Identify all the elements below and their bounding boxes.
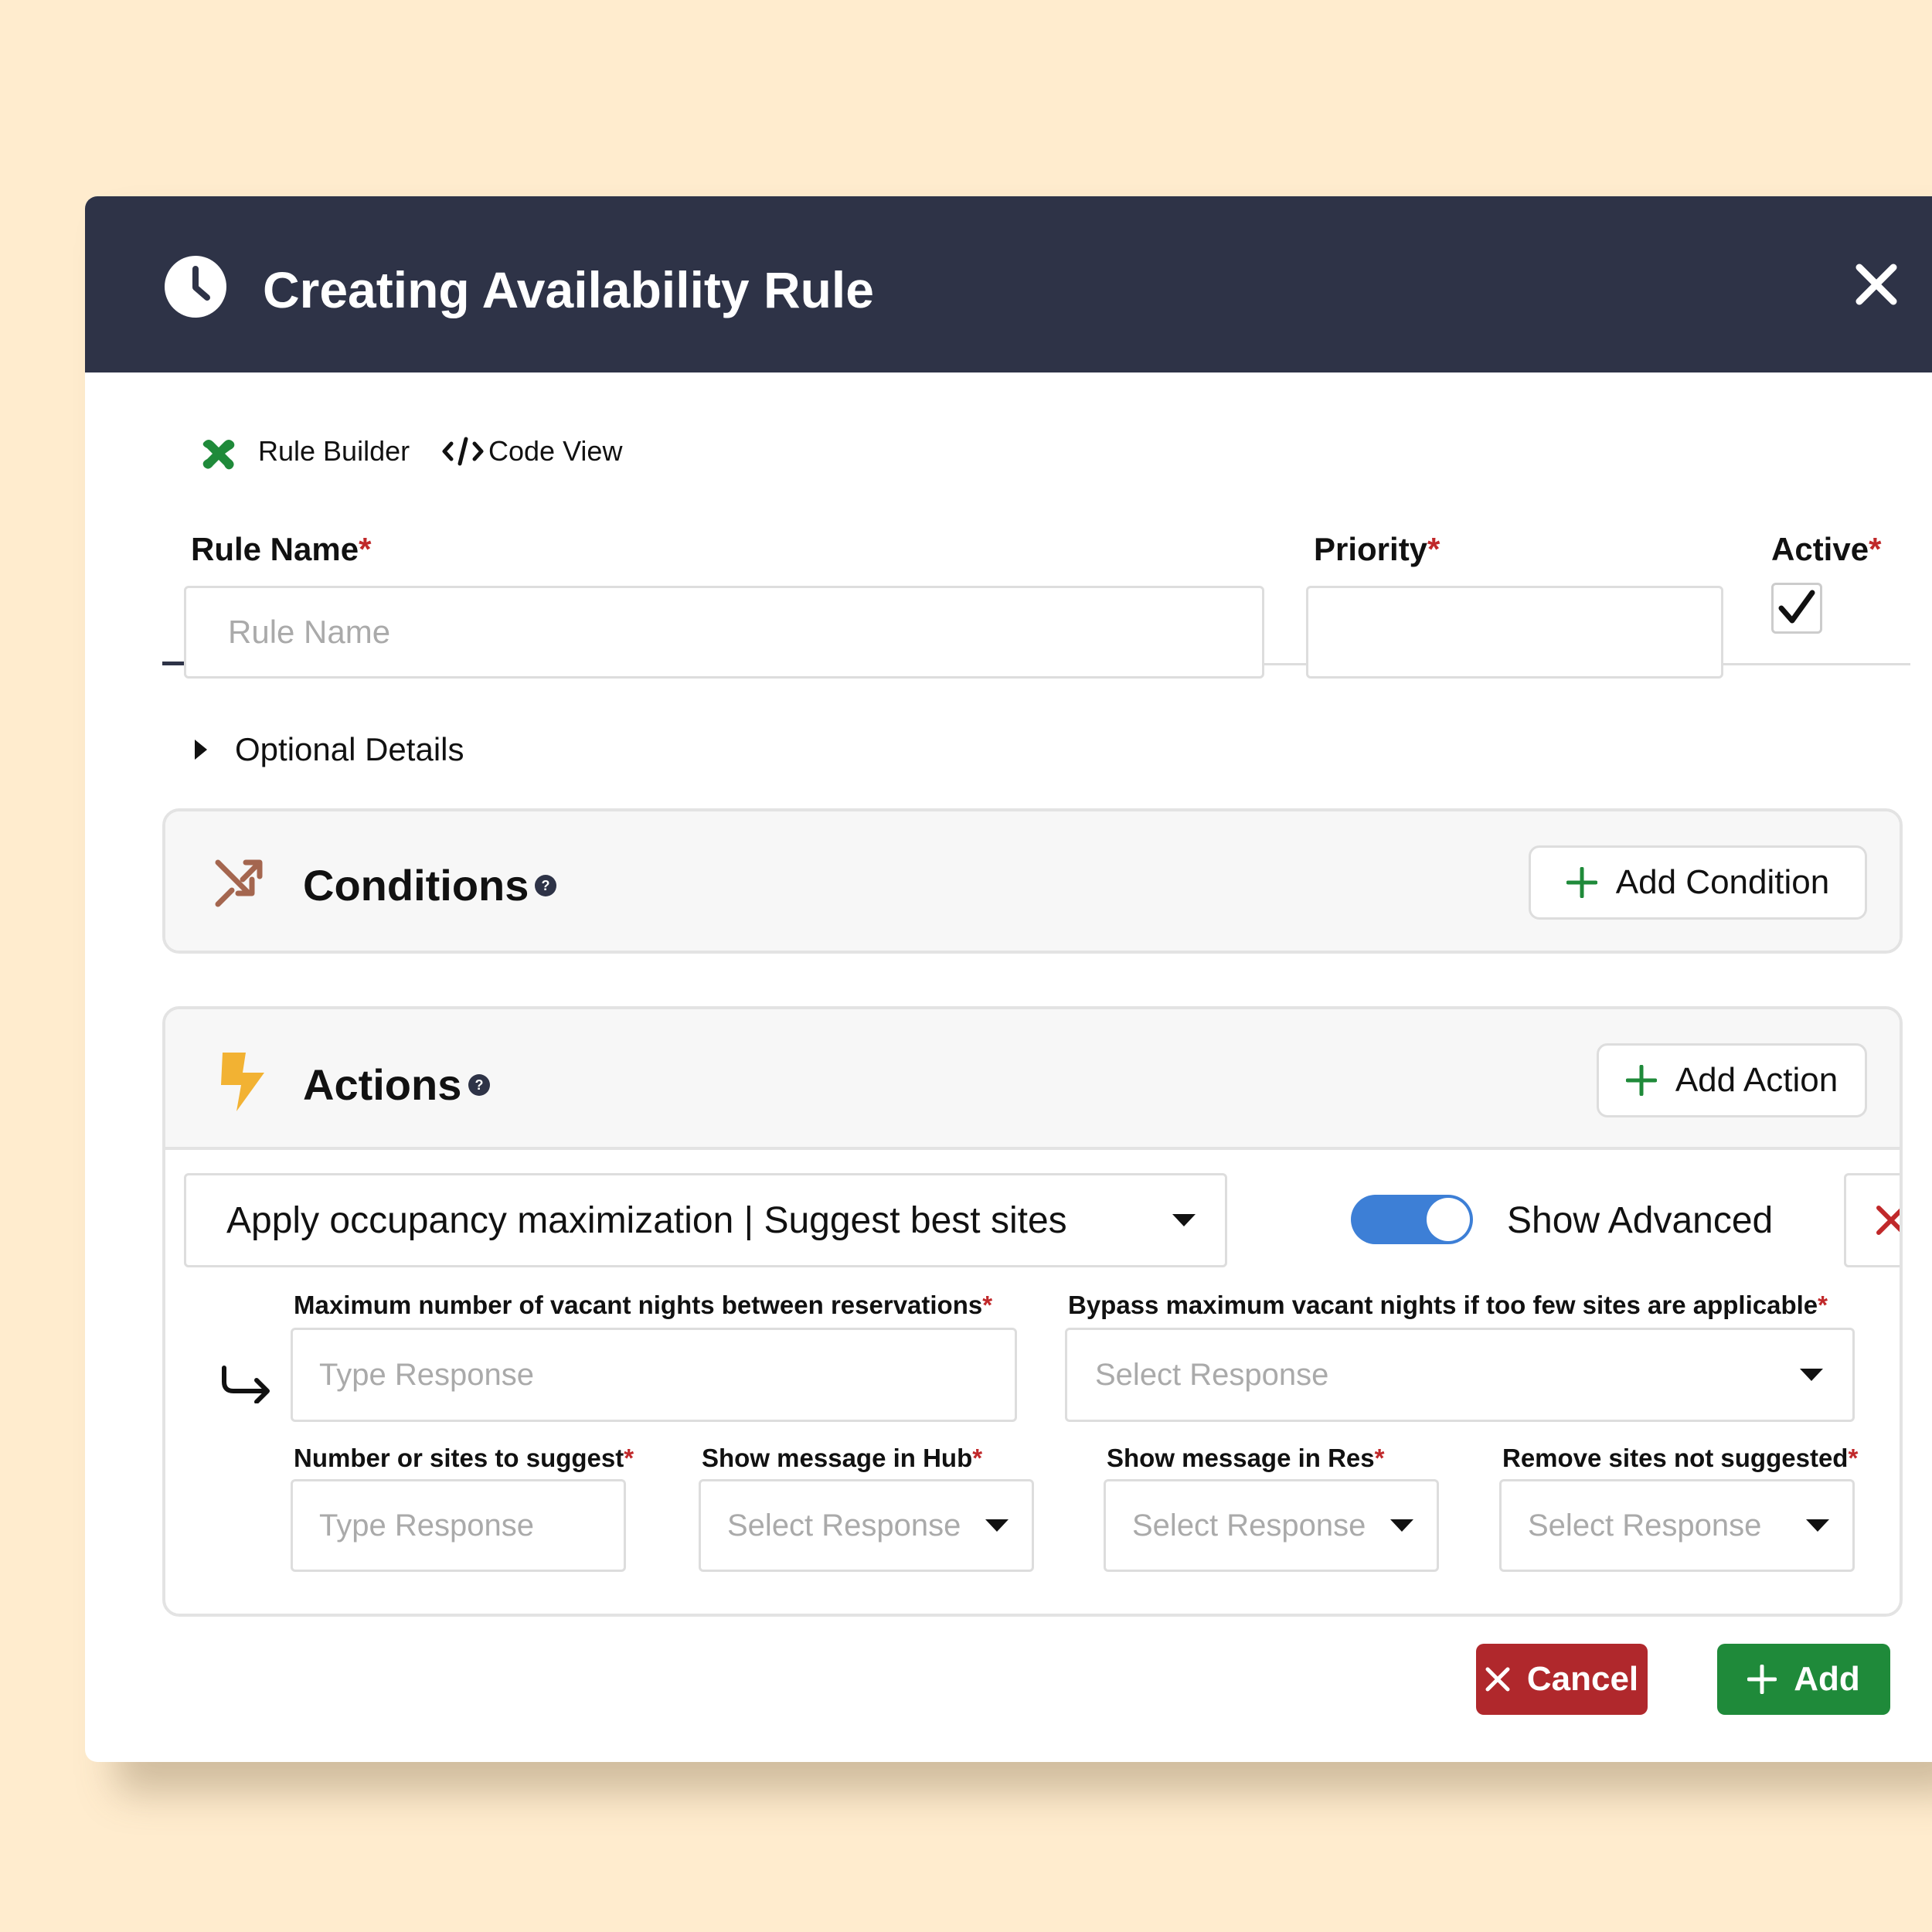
toggle-knob: [1427, 1198, 1470, 1241]
remove-sites-select[interactable]: Select Response: [1499, 1479, 1855, 1572]
remove-sites-label: Remove sites not suggested*: [1502, 1444, 1859, 1472]
plus-icon: [1747, 1665, 1777, 1694]
tab-rule-builder[interactable]: Rule Builder: [178, 420, 425, 482]
caret-right-icon: [195, 740, 207, 760]
caret-down-icon: [1172, 1214, 1196, 1226]
active-checkbox[interactable]: [1771, 583, 1822, 634]
conditions-section: Conditions ? Add Condition: [162, 808, 1903, 954]
show-advanced-label: Show Advanced: [1507, 1200, 1774, 1241]
puzzle-icon: [202, 440, 235, 470]
tab-rule-builder-label: Rule Builder: [258, 435, 410, 467]
optional-details-label: Optional Details: [235, 731, 464, 767]
actions-section: Actions ? Add Action Apply occupancy max…: [162, 1006, 1903, 1617]
sites-to-suggest-label: Number or sites to suggest*: [294, 1444, 634, 1472]
conditions-title: Conditions: [303, 861, 529, 910]
svg-text:?: ?: [475, 1077, 484, 1093]
plus-icon: [1625, 1065, 1657, 1096]
sites-to-suggest-input[interactable]: [291, 1479, 626, 1572]
priority-input[interactable]: [1306, 586, 1723, 679]
x-icon: [1485, 1667, 1510, 1692]
action-type-value: Apply occupancy maximization | Suggest b…: [226, 1199, 1067, 1241]
tab-code-view[interactable]: Code View: [433, 420, 757, 482]
bypass-vacant-nights-placeholder: Select Response: [1095, 1357, 1329, 1392]
max-vacant-nights-label: Maximum number of vacant nights between …: [294, 1291, 993, 1319]
add-action-label: Add Action: [1675, 1061, 1838, 1099]
checkmark-icon: [1778, 590, 1815, 624]
show-message-res-select[interactable]: Select Response: [1104, 1479, 1439, 1572]
arrow-turn-down-right-icon: [222, 1366, 270, 1403]
actions-title: Actions: [303, 1060, 462, 1109]
tab-code-view-label: Code View: [488, 435, 623, 467]
show-message-hub-label: Show message in Hub*: [702, 1444, 983, 1472]
help-icon[interactable]: ?: [535, 875, 556, 896]
cancel-label: Cancel: [1526, 1660, 1639, 1698]
optional-details-toggle[interactable]: Optional Details: [193, 726, 464, 773]
show-message-res-placeholder: Select Response: [1132, 1508, 1366, 1543]
add-button[interactable]: Add: [1717, 1644, 1890, 1715]
close-icon[interactable]: [1855, 263, 1898, 306]
add-condition-label: Add Condition: [1615, 863, 1830, 901]
rule-modal: Creating Availability Rule Rule Builder …: [85, 196, 1932, 1762]
add-condition-button[interactable]: Add Condition: [1529, 845, 1867, 920]
shuffle-icon: [215, 859, 263, 907]
cancel-button[interactable]: Cancel: [1476, 1644, 1648, 1715]
caret-down-icon: [985, 1519, 1009, 1532]
plus-icon: [1566, 867, 1597, 898]
rule-name-label: Rule Name*: [191, 531, 372, 567]
modal-header: Creating Availability Rule: [85, 196, 1932, 372]
priority-label: Priority*: [1314, 531, 1440, 567]
caret-down-icon: [1390, 1519, 1413, 1532]
svg-text:?: ?: [542, 878, 550, 893]
show-message-hub-placeholder: Select Response: [727, 1508, 961, 1543]
lightning-bolt-icon: [221, 1053, 264, 1111]
max-vacant-nights-input[interactable]: [291, 1328, 1017, 1422]
show-advanced-toggle[interactable]: [1351, 1195, 1473, 1244]
x-icon: [1876, 1206, 1900, 1235]
clock-icon: [165, 256, 226, 318]
show-message-res-label: Show message in Res*: [1107, 1444, 1385, 1472]
bypass-vacant-nights-select[interactable]: Select Response: [1065, 1328, 1855, 1422]
add-label: Add: [1794, 1660, 1860, 1698]
code-icon: [442, 437, 484, 466]
add-action-button[interactable]: Add Action: [1597, 1043, 1867, 1117]
help-icon[interactable]: ?: [468, 1074, 490, 1096]
rule-name-input[interactable]: [184, 586, 1264, 679]
remove-sites-placeholder: Select Response: [1528, 1508, 1762, 1543]
active-label: Active*: [1771, 531, 1882, 567]
caret-down-icon: [1806, 1519, 1829, 1532]
action-type-select[interactable]: Apply occupancy maximization | Suggest b…: [184, 1173, 1227, 1267]
caret-down-icon: [1800, 1369, 1823, 1381]
remove-action-button[interactable]: [1844, 1173, 1900, 1267]
show-message-hub-select[interactable]: Select Response: [699, 1479, 1034, 1572]
modal-title: Creating Availability Rule: [263, 261, 874, 318]
bypass-vacant-nights-label: Bypass maximum vacant nights if too few …: [1068, 1291, 1828, 1319]
